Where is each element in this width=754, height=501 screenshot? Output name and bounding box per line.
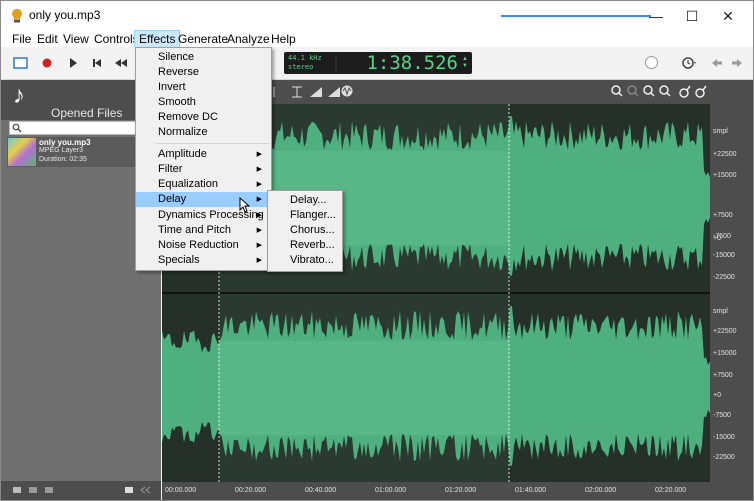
window-title: only you.mp3 (29, 8, 101, 22)
submenu-arrow-icon: ▶ (256, 257, 262, 264)
timeline-tick: 00:40.000 (305, 487, 337, 494)
menu-item-reverse[interactable]: Reverse (136, 65, 271, 80)
scale-label: -15000 (713, 252, 735, 259)
scale-label: +0 (713, 392, 721, 399)
app-window: only you.mp3 — ☐ ✕ File Edit View Contro… (0, 0, 754, 501)
timeline-tick: 00:20.000 (235, 487, 267, 494)
scale-label: -7500 (713, 412, 731, 419)
menu-item-amplitude[interactable]: Amplitude ▶ (136, 147, 271, 162)
skip-to-start-icon[interactable] (89, 55, 105, 71)
scale-label: +22500 (713, 328, 737, 335)
scale-label: +15000 (713, 350, 737, 357)
menu-view[interactable]: View (59, 31, 93, 47)
scale-label: -15000 (713, 434, 735, 441)
delay-submenu: Delay... Flanger... Chorus... Reverb... … (267, 190, 343, 272)
album-art-thumbnail (8, 138, 36, 166)
selected-waveform-overlay (219, 340, 509, 436)
menu-item-equalization[interactable]: Equalization ▶ (136, 177, 271, 192)
menu-item-noise-reduction[interactable]: Noise Reduction ▶ (136, 238, 271, 253)
panel-title: Opened Files (51, 106, 123, 120)
submenu-arrow-icon: ▶ (256, 212, 262, 219)
channel-mode: stereo (288, 63, 314, 71)
scale-label: -22500 (713, 454, 735, 461)
volume-slider-track[interactable] (501, 15, 651, 17)
time-spin-icon[interactable]: ▲ ▼ (462, 56, 468, 70)
menu-item-smooth[interactable]: Smooth (136, 95, 271, 110)
toolbar: 44.1 kHz stereo 1:38.526 ▲ ▼ (1, 47, 753, 80)
menu-item-filter[interactable]: Filter ▶ (136, 162, 271, 177)
volume-slider-thumb[interactable] (645, 56, 658, 69)
app-logo-icon (12, 9, 22, 23)
undo-arrow-icon[interactable] (709, 55, 725, 71)
scale-label: +7500 (713, 212, 733, 219)
menu-help[interactable]: Help (267, 31, 300, 47)
time-display: 44.1 kHz stereo 1:38.526 ▲ ▼ (284, 52, 472, 74)
scale-label: smpl (713, 308, 728, 315)
menu-file[interactable]: File (8, 31, 35, 47)
timeline-tick: 00:00.000 (165, 487, 197, 494)
file-format: MPEG Layer3 (39, 147, 83, 154)
menu-item-invert[interactable]: Invert (136, 80, 271, 95)
submenu-item-reverb[interactable]: Reverb... (268, 238, 342, 253)
menu-item-time-and-pitch[interactable]: Time and Pitch ▶ (136, 223, 271, 238)
menu-item-remove-dc[interactable]: Remove DC (136, 110, 271, 125)
rewind-icon[interactable] (113, 55, 129, 71)
current-time: 1:38.526 (366, 52, 458, 74)
search-icon (12, 123, 22, 133)
submenu-arrow-icon: ▶ (256, 181, 262, 188)
play-icon[interactable] (65, 55, 81, 71)
menu-separator (156, 143, 269, 144)
submenu-item-delay[interactable]: Delay... (268, 193, 342, 208)
submenu-arrow-icon: ▶ (256, 227, 262, 234)
file-name: only you.mp3 (39, 138, 91, 147)
submenu-arrow-icon: ▶ (256, 151, 262, 158)
timeline-tick: 01:20.000 (445, 487, 477, 494)
submenu-item-flanger[interactable]: Flanger... (268, 208, 342, 223)
scale-label: +15000 (713, 172, 737, 179)
menu-item-normalize[interactable]: Normalize (136, 125, 271, 140)
timeline-ruler[interactable]: 00:00.000 00:20.000 00:40.000 01:00.000 … (162, 482, 753, 500)
view-mode-icons[interactable] (13, 486, 53, 495)
music-note-icon: ♪ (13, 82, 25, 109)
effects-menu-dropdown: Silence Reverse Invert Smooth Remove DC … (135, 47, 272, 271)
amplitude-scale: smpl +22500 +15000 +7500 +0 -7500 -15000… (710, 104, 753, 482)
edit-tools-icons[interactable] (268, 85, 348, 99)
history-icon[interactable] (681, 55, 697, 71)
menu-edit[interactable]: Edit (33, 31, 62, 47)
sample-rate: 44.1 kHz (288, 54, 322, 62)
timeline-tick: 02:20.000 (655, 487, 687, 494)
menu-item-specials[interactable]: Specials ▶ (136, 253, 271, 268)
scale-label: -22500 (713, 274, 735, 281)
file-duration: Duration: 02:35 (39, 156, 87, 163)
submenu-item-chorus[interactable]: Chorus... (268, 223, 342, 238)
submenu-arrow-icon: ▶ (256, 196, 262, 203)
close-button[interactable]: ✕ (705, 5, 751, 27)
select-mode-icon[interactable] (13, 55, 29, 71)
panel-footer (1, 481, 161, 500)
menu-item-silence[interactable]: Silence (136, 50, 271, 65)
timeline-tick: 01:00.000 (375, 487, 407, 494)
scale-label: -7500 (713, 233, 731, 240)
scale-label: smpl (713, 128, 728, 135)
submenu-arrow-icon: ▶ (256, 166, 262, 173)
normalize-icon[interactable] (340, 84, 354, 98)
submenu-arrow-icon: ▶ (256, 242, 262, 249)
mouse-cursor-icon (239, 197, 251, 213)
timeline-tick: 01:40.000 (515, 487, 547, 494)
timeline-tick: 02:00.000 (585, 487, 617, 494)
record-icon[interactable] (39, 55, 55, 71)
submenu-item-vibrato[interactable]: Vibrato... (268, 253, 342, 268)
menu-bar: File Edit View Controls Effects Generate… (1, 30, 753, 48)
panel-options-icons[interactable] (125, 486, 155, 495)
redo-arrow-icon[interactable] (729, 55, 745, 71)
zoom-tools-icons[interactable] (610, 84, 710, 100)
scale-label: +22500 (713, 151, 737, 158)
scale-label: +7500 (713, 372, 733, 379)
